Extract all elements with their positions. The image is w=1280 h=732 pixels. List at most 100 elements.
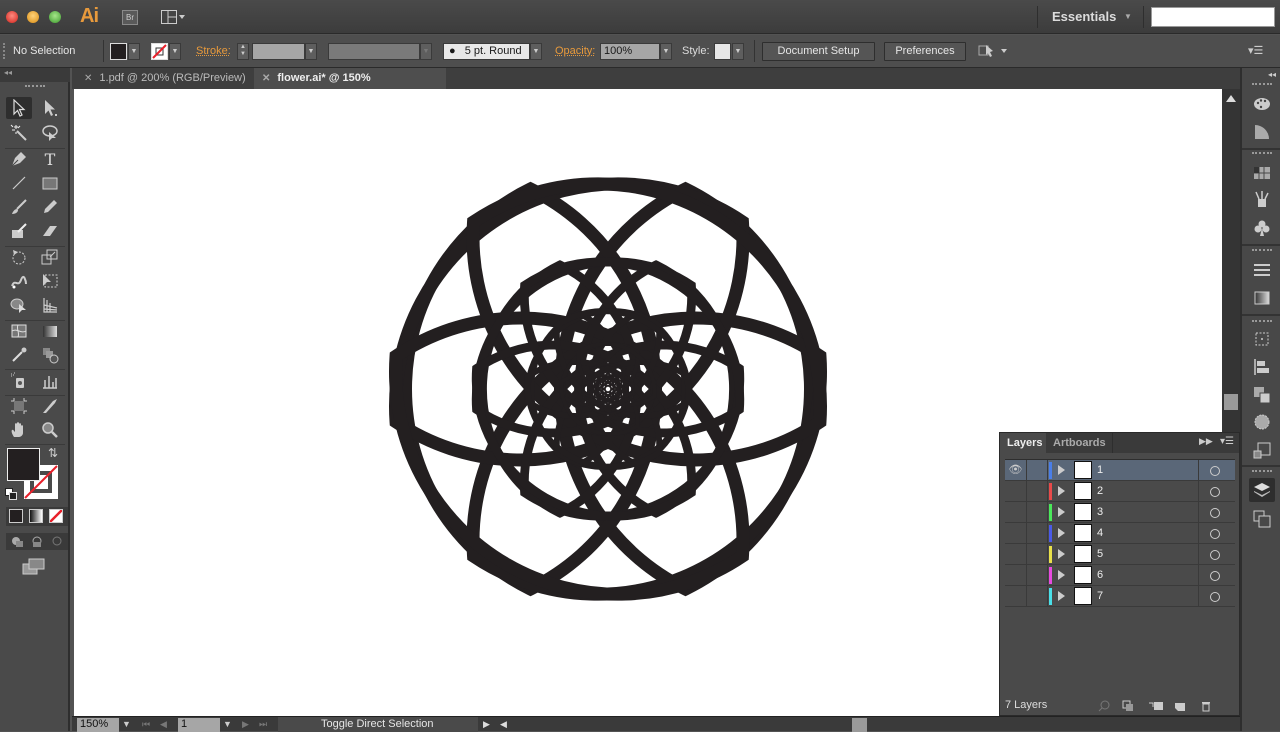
- layer-target-icon[interactable]: [1198, 565, 1235, 586]
- perspective-grid-tool[interactable]: [37, 294, 63, 316]
- stroke-weight-field[interactable]: [252, 43, 305, 60]
- panel-grip[interactable]: [1252, 249, 1272, 251]
- panel-menu-icon[interactable]: ▾☰: [1220, 436, 1234, 447]
- graphic-style-dropdown[interactable]: ▼: [732, 43, 744, 60]
- blob-brush-tool[interactable]: [6, 220, 32, 242]
- create-new-layer-icon[interactable]: [1174, 700, 1186, 712]
- hand-tool[interactable]: [6, 419, 32, 441]
- layer-name[interactable]: 4: [1097, 523, 1103, 544]
- layer-name[interactable]: 7: [1097, 586, 1103, 607]
- panel-grip[interactable]: [1252, 470, 1272, 472]
- layer-row[interactable]: 3: [1005, 502, 1235, 523]
- stroke-label[interactable]: Stroke:: [196, 45, 231, 57]
- layer-target-icon[interactable]: [1198, 523, 1235, 544]
- vertical-scroll-thumb[interactable]: [1224, 394, 1238, 410]
- artboard-dropdown[interactable]: ▼: [223, 718, 232, 731]
- free-transform-tool[interactable]: [37, 270, 63, 292]
- width-tool[interactable]: [6, 270, 32, 292]
- default-fill-stroke-icon[interactable]: [5, 488, 17, 500]
- align-panel-button[interactable]: [1251, 356, 1273, 378]
- horizontal-scroll-thumb[interactable]: [852, 718, 867, 732]
- panel-grip[interactable]: [1252, 83, 1272, 85]
- expand-layer-icon[interactable]: [1058, 549, 1065, 559]
- color-mode-button[interactable]: [9, 509, 23, 523]
- layer-row[interactable]: 2: [1005, 481, 1235, 502]
- opacity-dropdown[interactable]: ▼: [660, 43, 672, 60]
- layer-name[interactable]: 3: [1097, 502, 1103, 523]
- visibility-toggle[interactable]: [1005, 565, 1027, 586]
- arrange-documents-button[interactable]: [161, 10, 187, 25]
- lock-toggle[interactable]: [1027, 586, 1048, 607]
- expand-layer-icon[interactable]: [1058, 486, 1065, 496]
- window-maximize-button[interactable]: [49, 11, 61, 23]
- scroll-up-arrow-icon[interactable]: [1226, 95, 1236, 102]
- zoom-level-field[interactable]: 150%: [77, 718, 119, 732]
- layers-panel-button[interactable]: [1249, 478, 1275, 502]
- eyedropper-tool[interactable]: [6, 344, 32, 366]
- panel-grip[interactable]: [1252, 152, 1272, 154]
- tab-document-1[interactable]: ✕ 1.pdf @ 200% (RGB/Preview): [76, 68, 251, 89]
- eraser-tool[interactable]: [37, 220, 63, 242]
- gradient-panel-button[interactable]: [1251, 287, 1273, 309]
- direct-selection-tool[interactable]: [37, 97, 63, 119]
- opacity-field[interactable]: 100%: [600, 43, 660, 60]
- tab-layers[interactable]: Layers: [1000, 433, 1046, 453]
- gradient-tool[interactable]: [37, 320, 63, 342]
- visibility-toggle[interactable]: [1005, 586, 1027, 607]
- expand-panels-button[interactable]: ◂◂: [1268, 70, 1276, 79]
- lasso-tool[interactable]: [37, 122, 63, 144]
- locate-object-icon[interactable]: [1098, 700, 1110, 712]
- first-artboard-button[interactable]: ⏮: [142, 718, 150, 731]
- layer-name[interactable]: 2: [1097, 481, 1103, 502]
- pathfinder-panel-button[interactable]: [1251, 384, 1273, 406]
- artboard-tool[interactable]: [6, 395, 32, 417]
- layer-row[interactable]: 4: [1005, 523, 1235, 544]
- workspace-switcher[interactable]: Essentials: [1052, 9, 1116, 24]
- expand-layer-icon[interactable]: [1058, 465, 1065, 475]
- control-bar-menu-icon[interactable]: ▾☰: [1248, 44, 1263, 57]
- eye-icon[interactable]: 👁: [1005, 460, 1027, 481]
- last-artboard-button[interactable]: ⏭: [259, 718, 267, 731]
- brush-dropdown[interactable]: ▼: [530, 43, 542, 60]
- tab-artboards[interactable]: Artboards: [1047, 433, 1113, 453]
- brush-definition[interactable]: ● 5 pt. Round: [443, 43, 530, 60]
- layer-name[interactable]: 5: [1097, 544, 1103, 565]
- fill-color-box[interactable]: [7, 448, 40, 481]
- expand-layer-icon[interactable]: [1058, 591, 1065, 601]
- zoom-tool[interactable]: [37, 419, 63, 441]
- expand-layer-icon[interactable]: [1058, 570, 1065, 580]
- preferences-button[interactable]: Preferences: [884, 42, 966, 61]
- line-segment-tool[interactable]: [6, 172, 32, 194]
- visibility-toggle[interactable]: [1005, 481, 1027, 502]
- fill-swatch[interactable]: [110, 43, 127, 60]
- layer-target-icon[interactable]: [1198, 586, 1235, 607]
- lock-toggle[interactable]: [1027, 502, 1048, 523]
- layer-target-icon[interactable]: [1198, 502, 1235, 523]
- fill-dropdown[interactable]: ▼: [128, 43, 140, 60]
- color-guide-panel-button[interactable]: [1251, 121, 1273, 143]
- expand-layer-icon[interactable]: [1058, 528, 1065, 538]
- tab-document-2[interactable]: ✕flower.ai* @ 150% (RGB/Preview): [254, 68, 446, 105]
- layer-name[interactable]: 1: [1097, 460, 1103, 481]
- lock-toggle[interactable]: [1027, 481, 1048, 502]
- blend-tool[interactable]: [37, 344, 63, 366]
- mesh-tool[interactable]: [6, 320, 32, 342]
- layer-row[interactable]: 👁 1: [1005, 460, 1235, 481]
- status-menu-arrow-icon[interactable]: ▶: [483, 718, 490, 731]
- variable-width-profile[interactable]: [328, 43, 420, 60]
- layer-target-icon[interactable]: [1198, 544, 1235, 565]
- brushes-panel-button[interactable]: [1251, 188, 1273, 210]
- draw-behind-button[interactable]: [30, 535, 44, 548]
- close-tab-icon[interactable]: ✕: [84, 73, 92, 84]
- swap-fill-stroke-icon[interactable]: ⇅: [48, 446, 58, 460]
- rotate-tool[interactable]: [6, 246, 32, 268]
- help-search-input[interactable]: [1151, 7, 1275, 27]
- type-tool[interactable]: T: [37, 148, 63, 170]
- artboards-panel-button[interactable]: [1251, 508, 1273, 530]
- visibility-toggle[interactable]: [1005, 544, 1027, 565]
- artboard-number-field[interactable]: 1: [178, 718, 220, 732]
- draw-normal-button[interactable]: [10, 535, 24, 548]
- next-artboard-button[interactable]: ▶: [242, 718, 249, 731]
- none-mode-button[interactable]: [49, 509, 63, 523]
- previous-artboard-button[interactable]: ◀: [160, 718, 167, 731]
